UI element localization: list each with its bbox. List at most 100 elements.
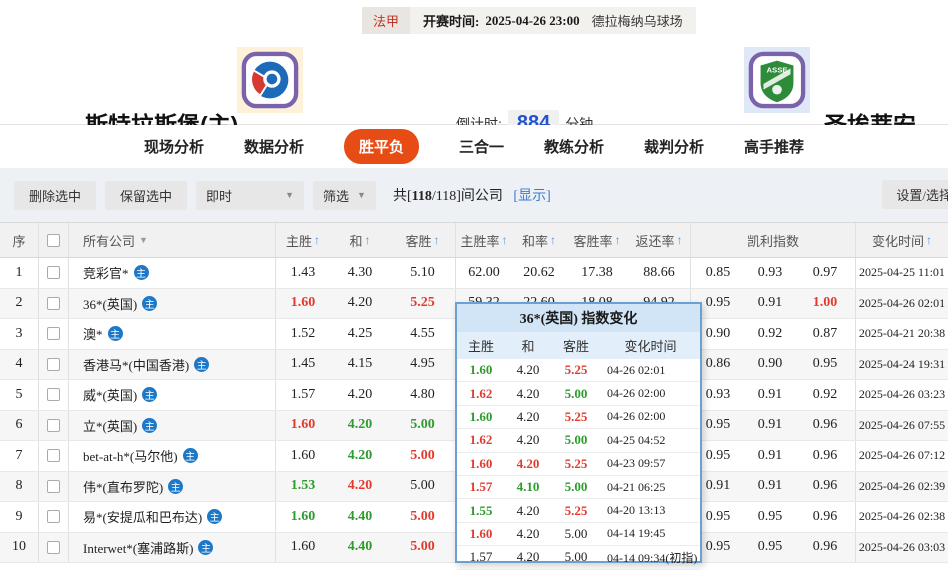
popup-row: 1.624.205.0004-25 04:52 <box>457 429 700 452</box>
row-checkbox-cell <box>38 472 68 502</box>
row-checkbox[interactable] <box>47 266 60 279</box>
row-checkbox[interactable] <box>47 327 60 340</box>
popup-change-time: 04-25 04:52 <box>601 433 700 448</box>
company-count-text: 共[118/118]间公司 [显示] <box>393 185 551 205</box>
row-checkbox-cell <box>38 289 68 319</box>
keep-selected-button[interactable]: 保留选中 <box>105 181 187 210</box>
tab-win-draw-lose[interactable]: 胜平负 <box>344 129 419 164</box>
kickoff-label: 开赛时间: <box>423 11 479 30</box>
company-cell[interactable]: 36*(英国)主 <box>68 289 275 319</box>
header-company[interactable]: 所有公司▼ <box>68 223 275 257</box>
toolbar: 删除选中 保留选中 即时 ▼ 筛选 ▼ 共[118/118]间公司 [显示] 设… <box>0 168 948 222</box>
sort-up-icon: ↑ <box>314 233 320 248</box>
sort-up-icon: ↑ <box>550 233 556 248</box>
company-cell[interactable]: bet-at-h*(马尔他)主 <box>68 441 275 471</box>
header-change-time[interactable]: 变化时间↑ <box>855 223 948 257</box>
odds-win: 1.60 <box>275 441 330 471</box>
show-link[interactable]: [显示] <box>513 189 550 204</box>
row-checkbox[interactable] <box>47 510 60 523</box>
svg-text:ASSE: ASSE <box>766 65 787 74</box>
change-time: 2025-04-26 03:03 <box>855 533 948 563</box>
tab-referee-analysis[interactable]: 裁判分析 <box>644 136 704 157</box>
change-time: 2025-04-26 02:39 <box>855 472 948 502</box>
row-checkbox[interactable] <box>47 358 60 371</box>
popup-change-time: 04-21 06:25 <box>601 480 700 495</box>
popup-row: 1.604.205.2504-26 02:01 <box>457 359 700 382</box>
company-cell[interactable]: 易*(安提瓜和巴布达)主 <box>68 502 275 532</box>
row-checkbox-cell <box>38 533 68 563</box>
company-cell[interactable]: 立*(英国)主 <box>68 411 275 441</box>
header-lose[interactable]: 客胜↑ <box>390 223 455 257</box>
popup-odds-lose: 5.25 <box>551 456 601 472</box>
odds-lose: 5.00 <box>390 533 455 563</box>
header-win[interactable]: 主胜↑ <box>275 223 330 257</box>
instant-dropdown[interactable]: 即时 ▼ <box>196 181 304 210</box>
company-cell[interactable]: 伟*(直布罗陀)主 <box>68 472 275 502</box>
odds-lose: 5.00 <box>390 502 455 532</box>
select-all-checkbox[interactable] <box>47 234 60 247</box>
tab-three-in-one[interactable]: 三合一 <box>459 136 504 157</box>
popup-row: 1.554.205.2504-20 13:13 <box>457 499 700 522</box>
away-team-logo: ASSE <box>744 47 810 113</box>
sort-up-icon: ↑ <box>434 233 440 248</box>
settings-select-button[interactable]: 设置/选择 <box>882 180 948 209</box>
popup-body: 1.604.205.2504-26 02:011.624.205.0004-26… <box>457 359 700 570</box>
header-lose-rate[interactable]: 客胜率↑ <box>566 223 628 257</box>
header-return-rate[interactable]: 返还率↑ <box>628 223 690 257</box>
strasbourg-crest-icon <box>241 51 299 109</box>
venue-name: 德拉梅纳乌球场 <box>592 11 683 30</box>
header-draw[interactable]: 和↑ <box>330 223 390 257</box>
header-draw-rate[interactable]: 和率↑ <box>512 223 566 257</box>
tab-coach-analysis[interactable]: 教练分析 <box>544 136 604 157</box>
sort-up-icon: ↑ <box>365 233 371 248</box>
company-cell[interactable]: 香港马*(中国香港)主 <box>68 350 275 380</box>
delete-selected-button[interactable]: 删除选中 <box>14 181 96 210</box>
odds-lose: 5.00 <box>390 441 455 471</box>
company-cell[interactable]: 威*(英国)主 <box>68 380 275 410</box>
win-rate: 62.00 <box>455 258 512 288</box>
change-time: 2025-04-26 02:01 <box>855 289 948 319</box>
row-seq: 4 <box>0 350 38 380</box>
popup-change-time: 04-26 02:00 <box>601 409 700 424</box>
company-cell[interactable]: 竞彩官*主 <box>68 258 275 288</box>
row-checkbox[interactable] <box>47 297 60 310</box>
popup-row: 1.604.205.2504-26 02:00 <box>457 406 700 429</box>
kelly-lose: 0.96 <box>795 502 855 532</box>
popup-change-time: 04-26 02:00 <box>601 386 700 401</box>
row-checkbox[interactable] <box>47 541 60 554</box>
row-checkbox[interactable] <box>47 419 60 432</box>
host-badge-icon: 主 <box>142 296 157 311</box>
popup-header-lose: 客胜 <box>551 336 601 355</box>
row-checkbox[interactable] <box>47 449 60 462</box>
odds-lose: 5.00 <box>390 472 455 502</box>
odds-draw: 4.25 <box>330 319 390 349</box>
popup-row: 1.574.105.0004-21 06:25 <box>457 476 700 499</box>
popup-odds-win: 1.57 <box>457 479 505 495</box>
change-time: 2025-04-26 07:55 <box>855 411 948 441</box>
header-win-rate[interactable]: 主胜率↑ <box>455 223 512 257</box>
odds-lose: 5.00 <box>390 411 455 441</box>
tab-data-analysis[interactable]: 数据分析 <box>244 136 304 157</box>
host-badge-icon: 主 <box>142 418 157 433</box>
change-time: 2025-04-24 19:31 <box>855 350 948 380</box>
row-checkbox-cell <box>38 441 68 471</box>
table-row[interactable]: 1竞彩官*主1.434.305.1062.0020.6217.3888.660.… <box>0 258 948 289</box>
tab-bar: 现场分析 数据分析 胜平负 三合一 教练分析 裁判分析 高手推荐 <box>0 125 948 168</box>
company-cell[interactable]: Interwet*(塞浦路斯)主 <box>68 533 275 563</box>
row-checkbox[interactable] <box>47 480 60 493</box>
tab-live-analysis[interactable]: 现场分析 <box>144 136 204 157</box>
popup-odds-lose: 5.00 <box>551 386 601 402</box>
filter-dropdown[interactable]: 筛选 ▼ <box>313 181 376 210</box>
popup-change-time: 04-23 09:57 <box>601 456 700 471</box>
row-checkbox[interactable] <box>47 388 60 401</box>
odds-lose: 4.55 <box>390 319 455 349</box>
popup-odds-draw: 4.20 <box>505 409 551 425</box>
tab-expert-recommend[interactable]: 高手推荐 <box>744 136 804 157</box>
company-cell[interactable]: 澳*主 <box>68 319 275 349</box>
header-kelly: 凯利指数 <box>690 223 855 257</box>
popup-change-time: 04-20 13:13 <box>601 503 700 518</box>
odds-win: 1.53 <box>275 472 330 502</box>
odds-draw: 4.20 <box>330 380 390 410</box>
popup-header-row: 主胜 和 客胜 变化时间 <box>457 332 700 359</box>
popup-title: 36*(英国) 指数变化 <box>457 304 700 332</box>
